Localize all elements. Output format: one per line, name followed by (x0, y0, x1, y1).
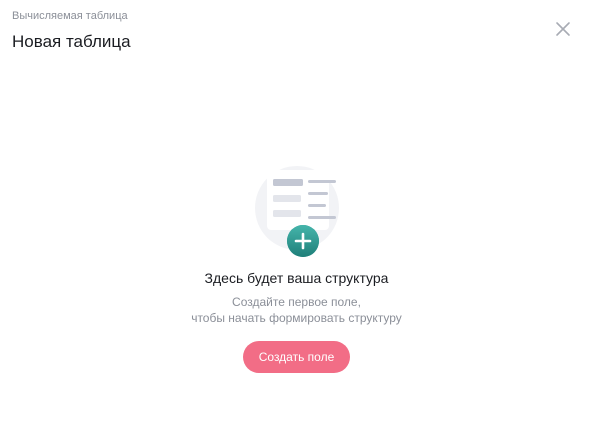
close-button[interactable] (552, 18, 574, 40)
empty-state-title: Здесь будет ваша структура (204, 270, 389, 286)
new-table-dialog: Вычисляемая таблица Новая таблица Здесь … (0, 0, 593, 445)
close-icon (556, 22, 570, 36)
empty-state-description-line2: чтобы начать формировать структуру (191, 311, 402, 325)
dialog-subtitle: Вычисляемая таблица (12, 10, 128, 22)
table-add-icon (242, 160, 352, 260)
empty-state-description-line1: Создайте первое поле, (232, 295, 361, 309)
dialog-title: Новая таблица (12, 32, 131, 51)
empty-state-description: Создайте первое поле, чтобы начать форми… (0, 294, 593, 326)
create-field-button[interactable]: Создать поле (242, 341, 351, 373)
empty-state: Здесь будет ваша структура Создайте перв… (0, 160, 593, 373)
